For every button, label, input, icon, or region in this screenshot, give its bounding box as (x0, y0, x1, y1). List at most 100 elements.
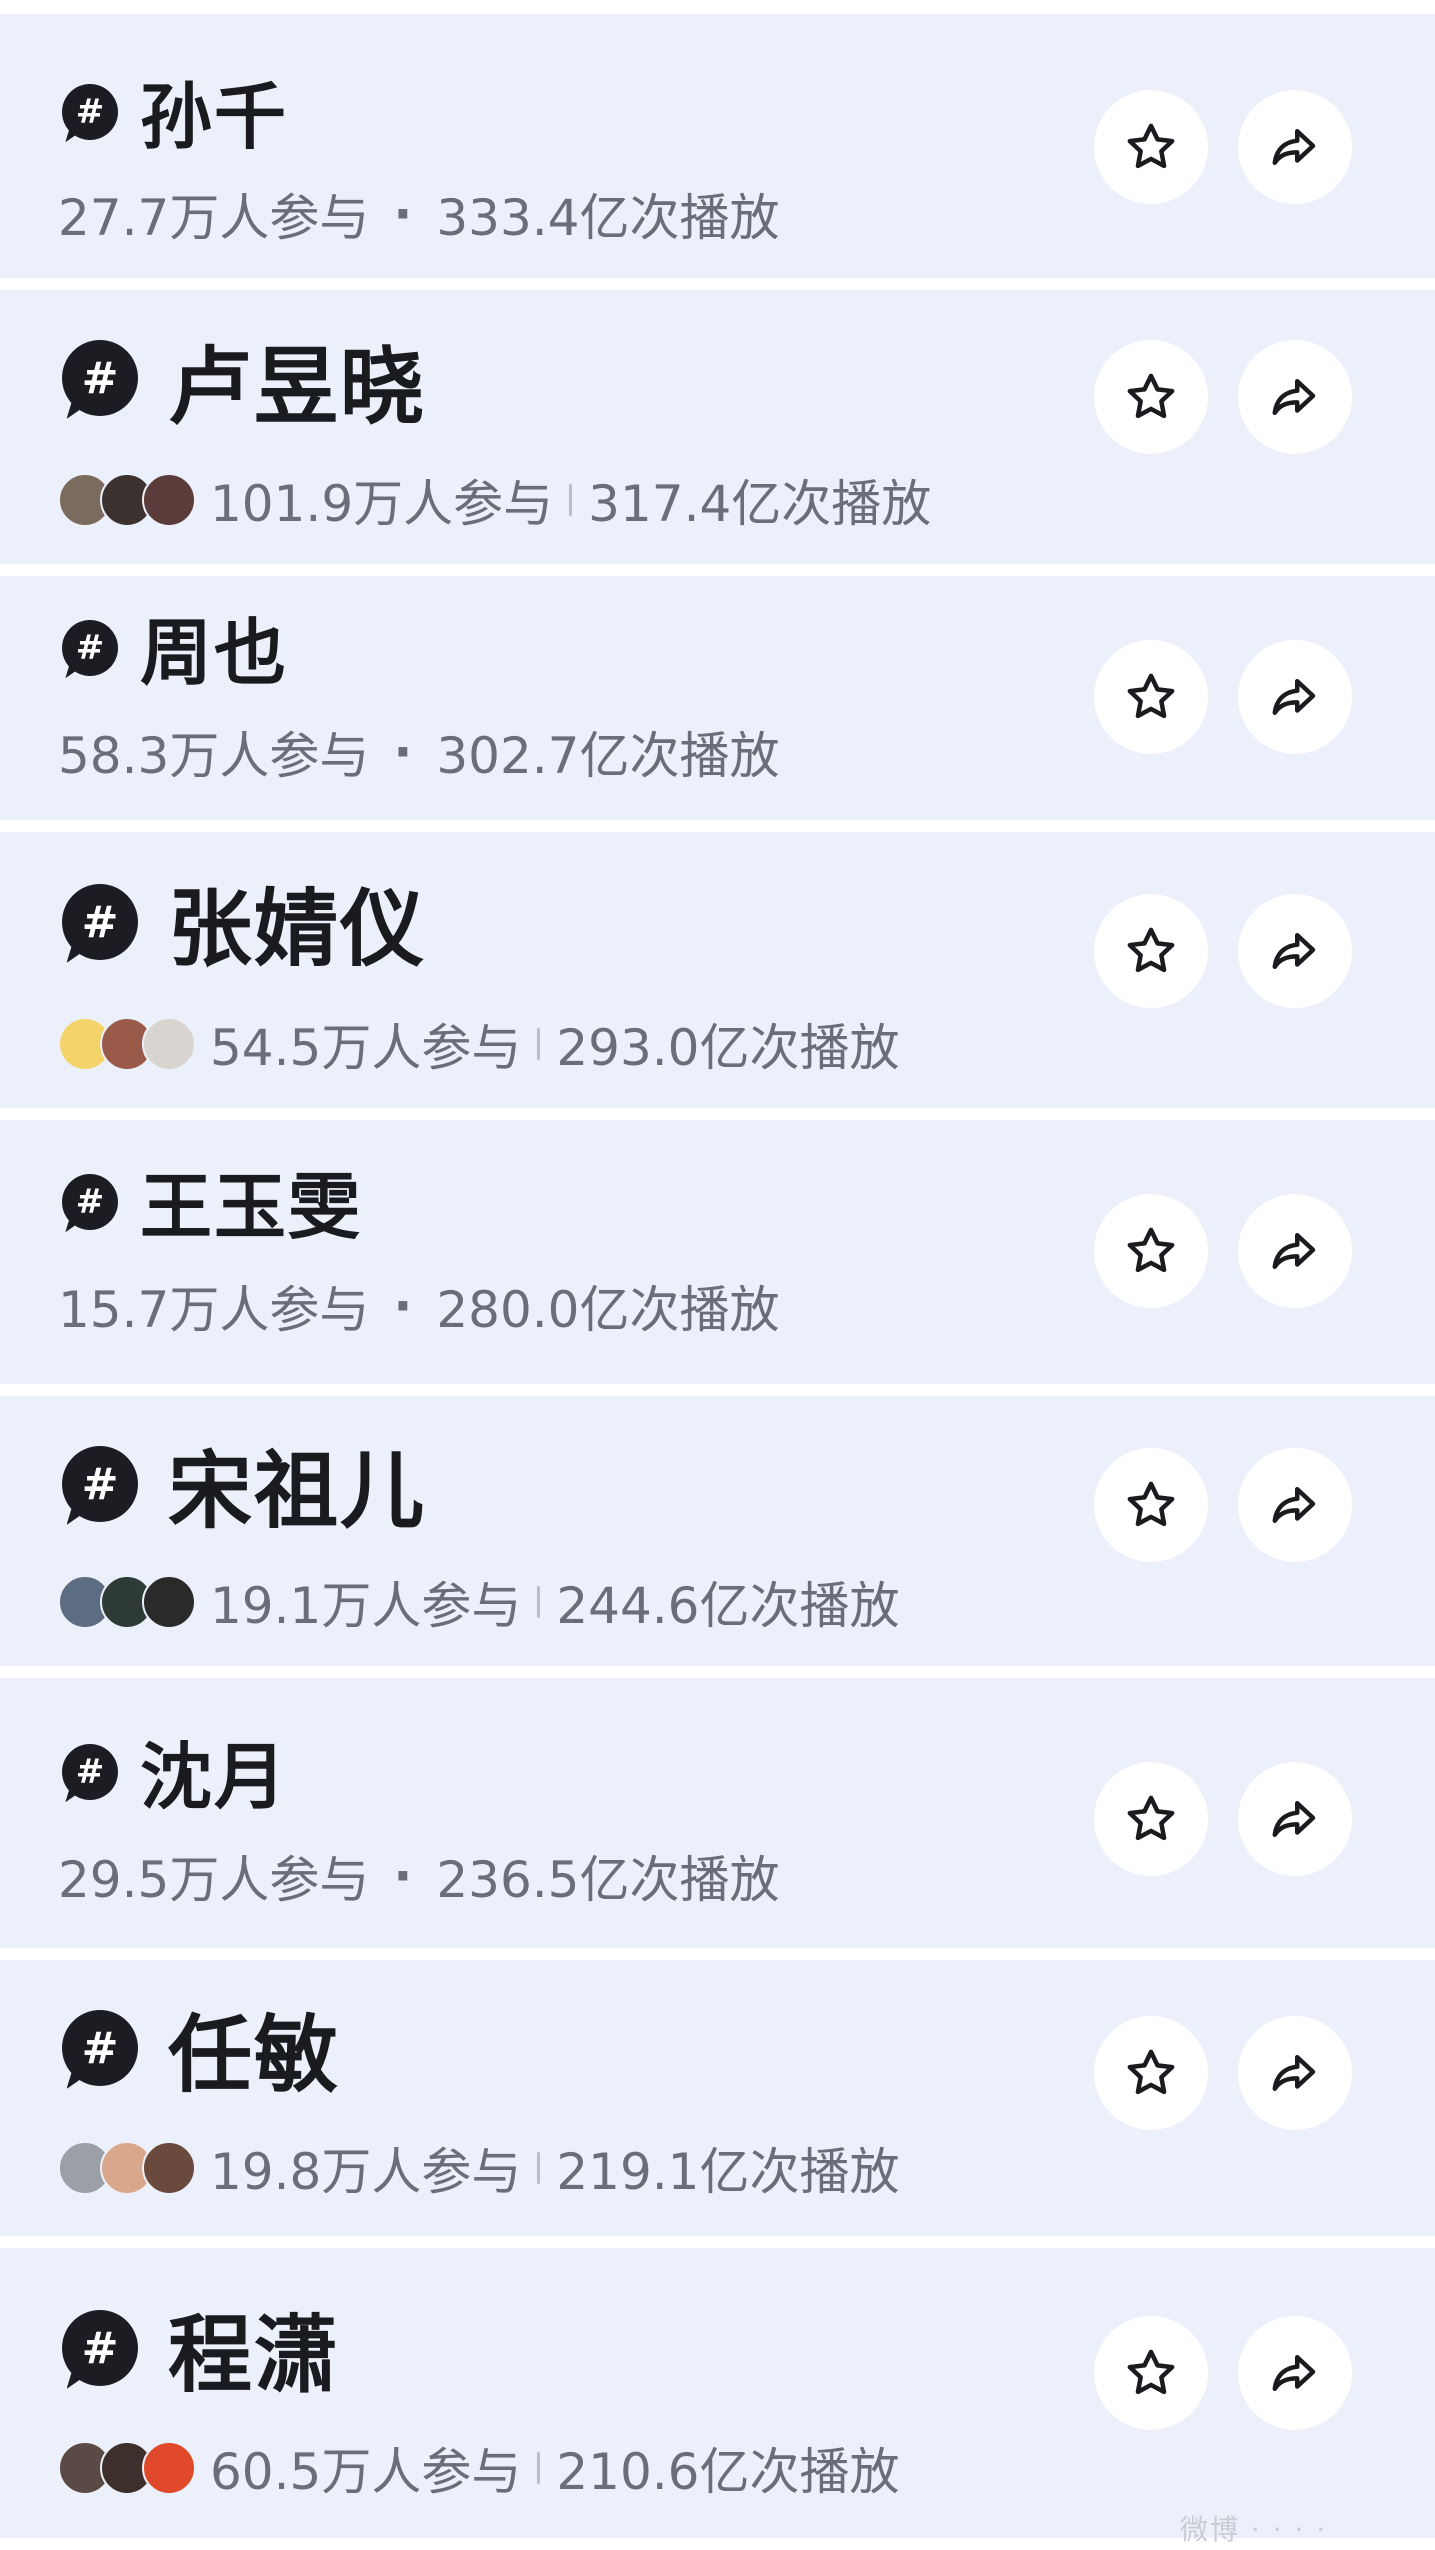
star-outline-icon (1127, 2349, 1175, 2395)
favorite-button[interactable] (1094, 894, 1208, 1008)
hashtag-bubble-icon: # (62, 2010, 138, 2086)
topic-stats: 19.1万人参与 244.6亿次播放 (58, 1566, 899, 1638)
separator-dot: · (393, 1277, 413, 1335)
favorite-button[interactable] (1094, 1762, 1208, 1876)
topic-title[interactable]: 沈月 (140, 1718, 288, 1823)
play-count: 302.7亿次播放 (436, 727, 780, 785)
share-arrow-icon (1272, 2355, 1316, 2391)
play-count: 210.6亿次播放 (556, 2443, 900, 2501)
favorite-button[interactable] (1094, 2016, 1208, 2130)
topic-stats: 19.8万人参与 219.1亿次播放 (58, 2132, 899, 2204)
avatar (142, 2441, 196, 2495)
participants-count: 19.1万人参与 (210, 1577, 522, 1635)
participants-count: 19.8万人参与 (210, 2143, 522, 2201)
topic-title[interactable]: 任敏 (168, 1988, 340, 2109)
topic-row[interactable]: # 沈月 29.5万人参与 · 236.5亿次播放 (0, 1678, 1435, 1948)
play-count: 317.4亿次播放 (588, 475, 932, 533)
topic-stats: 58.3万人参与 · 302.7亿次播放 (58, 716, 779, 788)
participants-count: 54.5万人参与 (210, 1019, 522, 1077)
hashtag-bubble-icon: # (62, 1446, 138, 1522)
topic-row[interactable]: # 周也 58.3万人参与 · 302.7亿次播放 (0, 576, 1435, 820)
participants-count: 101.9万人参与 (210, 475, 554, 533)
share-button[interactable] (1238, 340, 1352, 454)
topic-list: # 孙千 27.7万人参与 · 333.4亿次播放 # 卢昱晓 101.9万人参… (0, 0, 1435, 2550)
hashtag-bubble-icon: # (62, 620, 118, 676)
share-arrow-icon (1272, 1233, 1316, 1269)
participants-count: 15.7万人参与 (58, 1281, 370, 1339)
separator-dot: · (393, 1847, 413, 1905)
play-count: 244.6亿次播放 (556, 1577, 900, 1635)
watermark: 微博 · · · · (1180, 2513, 1328, 2546)
topic-title[interactable]: 王玉雯 (140, 1148, 362, 1253)
topic-row[interactable]: # 王玉雯 15.7万人参与 · 280.0亿次播放 (0, 1120, 1435, 1384)
separator-bar (537, 1586, 541, 1618)
share-arrow-icon (1272, 379, 1316, 415)
star-outline-icon (1127, 1481, 1175, 1527)
topic-title[interactable]: 程潇 (168, 2288, 340, 2409)
favorite-button[interactable] (1094, 1194, 1208, 1308)
hashtag-bubble-icon: # (62, 2310, 138, 2386)
hashtag-bubble-icon: # (62, 1744, 118, 1800)
star-outline-icon (1127, 1795, 1175, 1841)
play-count: 236.5亿次播放 (436, 1851, 780, 1909)
avatar-group (58, 473, 196, 527)
share-button[interactable] (1238, 2316, 1352, 2430)
topic-stats: 54.5万人参与 293.0亿次播放 (58, 1008, 899, 1080)
topic-row[interactable]: # 宋祖儿 19.1万人参与 244.6亿次播放 (0, 1396, 1435, 1666)
avatar-group (58, 2141, 196, 2195)
topic-row[interactable]: # 卢昱晓 101.9万人参与 317.4亿次播放 (0, 290, 1435, 564)
topic-stats: 101.9万人参与 317.4亿次播放 (58, 464, 931, 536)
avatar-group (58, 1017, 196, 1071)
topic-stats: 29.5万人参与 · 236.5亿次播放 (58, 1840, 779, 1912)
topic-title[interactable]: 周也 (140, 594, 288, 699)
share-arrow-icon (1272, 679, 1316, 715)
topic-title[interactable]: 卢昱晓 (168, 320, 426, 441)
separator-dot: · (393, 723, 413, 781)
star-outline-icon (1127, 373, 1175, 419)
topic-title[interactable]: 宋祖儿 (168, 1424, 426, 1545)
share-button[interactable] (1238, 90, 1352, 204)
topic-title[interactable]: 孙千 (140, 58, 288, 163)
share-arrow-icon (1272, 129, 1316, 165)
favorite-button[interactable] (1094, 2316, 1208, 2430)
topic-stats: 27.7万人参与 · 333.4亿次播放 (58, 178, 779, 250)
star-outline-icon (1127, 123, 1175, 169)
participants-count: 27.7万人参与 (58, 189, 370, 247)
share-button[interactable] (1238, 1194, 1352, 1308)
share-button[interactable] (1238, 1448, 1352, 1562)
favorite-button[interactable] (1094, 340, 1208, 454)
share-button[interactable] (1238, 1762, 1352, 1876)
share-arrow-icon (1272, 1801, 1316, 1837)
participants-count: 58.3万人参与 (58, 727, 370, 785)
avatar-group (58, 1575, 196, 1629)
share-button[interactable] (1238, 894, 1352, 1008)
hashtag-bubble-icon: # (62, 1174, 118, 1230)
topic-row[interactable]: # 程潇 60.5万人参与 210.6亿次播放 (0, 2248, 1435, 2538)
favorite-button[interactable] (1094, 90, 1208, 204)
topic-row[interactable]: # 张婧仪 54.5万人参与 293.0亿次播放 (0, 832, 1435, 1108)
avatar (142, 1017, 196, 1071)
play-count: 293.0亿次播放 (556, 1019, 900, 1077)
participants-count: 60.5万人参与 (210, 2443, 522, 2501)
participants-count: 29.5万人参与 (58, 1851, 370, 1909)
share-button[interactable] (1238, 640, 1352, 754)
star-outline-icon (1127, 2049, 1175, 2095)
hashtag-bubble-icon: # (62, 884, 138, 960)
play-count: 333.4亿次播放 (436, 189, 780, 247)
hashtag-bubble-icon: # (62, 340, 138, 416)
star-outline-icon (1127, 673, 1175, 719)
avatar (142, 473, 196, 527)
separator-bar (537, 2152, 541, 2184)
favorite-button[interactable] (1094, 1448, 1208, 1562)
avatar (142, 2141, 196, 2195)
topic-row[interactable]: # 孙千 27.7万人参与 · 333.4亿次播放 (0, 14, 1435, 278)
hashtag-bubble-icon: # (62, 84, 118, 140)
separator-dot: · (393, 185, 413, 243)
topic-title[interactable]: 张婧仪 (168, 862, 426, 983)
topic-stats: 15.7万人参与 · 280.0亿次播放 (58, 1270, 779, 1342)
topic-row[interactable]: # 任敏 19.8万人参与 219.1亿次播放 (0, 1960, 1435, 2236)
share-button[interactable] (1238, 2016, 1352, 2130)
separator-bar (537, 2452, 541, 2484)
favorite-button[interactable] (1094, 640, 1208, 754)
share-arrow-icon (1272, 933, 1316, 969)
